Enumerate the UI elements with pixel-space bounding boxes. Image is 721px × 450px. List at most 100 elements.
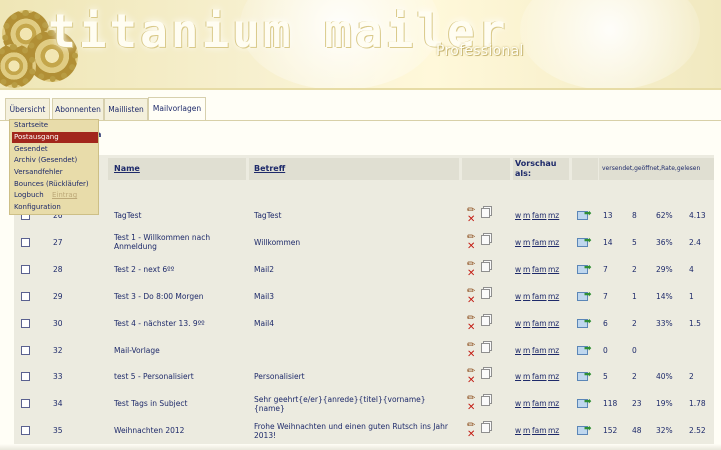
row-checkbox[interactable] — [21, 238, 30, 247]
send-mail-icon[interactable]: ➡ — [577, 371, 592, 381]
sort-by-name-link[interactable]: Name — [114, 164, 140, 173]
send-mail-icon[interactable]: ➡ — [577, 291, 592, 301]
menu-item-bounces[interactable]: Bounces (Rückläufer) — [12, 179, 98, 190]
preview-link-m[interactable]: m — [523, 292, 530, 301]
menu-item-gesendet[interactable]: Gesendet — [12, 144, 98, 155]
preview-link-mz[interactable]: mz — [548, 372, 559, 381]
preview-link-m[interactable]: m — [523, 426, 530, 435]
delete-x-icon[interactable]: ✕ — [467, 403, 475, 413]
stat-opened: 5 — [632, 238, 637, 247]
delete-x-icon[interactable]: ✕ — [467, 430, 475, 440]
stat-sent: 152 — [603, 426, 618, 435]
preview-link-fam[interactable]: fam — [532, 319, 547, 328]
preview-link-w[interactable]: w — [515, 346, 521, 355]
preview-link-w[interactable]: w — [515, 426, 521, 435]
preview-link-fam[interactable]: fam — [532, 292, 547, 301]
preview-link-w[interactable]: w — [515, 319, 521, 328]
preview-link-fam[interactable]: fam — [532, 238, 547, 247]
send-mail-icon[interactable]: ➡ — [577, 425, 592, 435]
preview-link-fam[interactable]: fam — [532, 399, 547, 408]
menu-item-archiv[interactable]: Archiv (Gesendet) — [12, 155, 98, 166]
copy-icon[interactable] — [481, 262, 490, 272]
preview-header-line2: als: — [515, 169, 532, 178]
preview-link-m[interactable]: m — [523, 372, 530, 381]
preview-link-mz[interactable]: mz — [548, 399, 559, 408]
preview-link-fam[interactable]: fam — [532, 426, 547, 435]
row-id: 28 — [53, 265, 63, 274]
delete-x-icon[interactable]: ✕ — [467, 323, 475, 333]
menu-item-versandfehler[interactable]: Versandfehler — [12, 167, 98, 178]
copy-icon[interactable] — [481, 423, 490, 433]
delete-x-icon[interactable]: ✕ — [467, 376, 475, 386]
copy-icon[interactable] — [481, 343, 490, 353]
menu-item-konfiguration[interactable]: Konfiguration — [12, 202, 98, 213]
row-checkbox[interactable] — [21, 346, 30, 355]
copy-icon[interactable] — [481, 316, 490, 326]
tab-uebersicht[interactable]: Übersicht — [5, 98, 50, 120]
send-mail-icon[interactable]: ➡ — [577, 318, 592, 328]
copy-icon[interactable] — [481, 235, 490, 245]
row-checkbox[interactable] — [21, 265, 30, 274]
preview-link-m[interactable]: m — [523, 319, 530, 328]
delete-x-icon[interactable]: ✕ — [467, 350, 475, 360]
preview-link-m[interactable]: m — [523, 211, 530, 220]
preview-link-w[interactable]: w — [515, 372, 521, 381]
send-mail-icon[interactable]: ➡ — [577, 345, 592, 355]
row-checkbox[interactable] — [21, 292, 30, 301]
preview-link-fam[interactable]: fam — [532, 346, 547, 355]
preview-link-mz[interactable]: mz — [548, 238, 559, 247]
preview-link-mz[interactable]: mz — [548, 292, 559, 301]
preview-link-w[interactable]: w — [515, 399, 521, 408]
delete-x-icon[interactable]: ✕ — [467, 269, 475, 279]
preview-link-mz[interactable]: mz — [548, 319, 559, 328]
copy-icon[interactable] — [481, 208, 490, 218]
copy-icon[interactable] — [481, 369, 490, 379]
preview-link-w[interactable]: w — [515, 265, 521, 274]
row-subject: Frohe Weihnachten und einen guten Rutsch… — [254, 422, 448, 440]
send-mail-icon[interactable]: ➡ — [577, 237, 592, 247]
gear-icon — [0, 44, 36, 88]
header-cell — [572, 158, 598, 180]
row-checkbox[interactable] — [21, 319, 30, 328]
menu-item-startseite[interactable]: Startseite — [12, 120, 98, 131]
row-checkbox[interactable] — [21, 399, 30, 408]
tab-abonnenten[interactable]: Abonnenten — [52, 98, 104, 120]
send-mail-icon[interactable]: ➡ — [577, 398, 592, 408]
tab-mailvorlagen[interactable]: Mailvorlagen — [148, 97, 206, 120]
menu-item-postausgang[interactable]: Postausgang — [12, 132, 98, 143]
main-menu-dropdown: Startseite Postausgang Gesendet Archiv (… — [9, 119, 99, 215]
row-checkbox[interactable] — [21, 426, 30, 435]
preview-link-m[interactable]: m — [523, 399, 530, 408]
preview-link-fam[interactable]: fam — [532, 372, 547, 381]
row-name: Test 4 - nächster 13. 9ºº — [114, 319, 205, 328]
footer-fade — [0, 444, 721, 450]
preview-link-mz[interactable]: mz — [548, 265, 559, 274]
preview-link-m[interactable]: m — [523, 265, 530, 274]
copy-icon[interactable] — [481, 396, 490, 406]
preview-link-fam[interactable]: fam — [532, 211, 547, 220]
preview-link-fam[interactable]: fam — [532, 265, 547, 274]
preview-link-w[interactable]: w — [515, 292, 521, 301]
row-name: Weihnachten 2012 — [114, 426, 185, 435]
stat-opened: 2 — [632, 372, 637, 381]
stat-read: 4 — [689, 265, 694, 274]
preview-link-mz[interactable]: mz — [548, 211, 559, 220]
delete-x-icon[interactable]: ✕ — [467, 242, 475, 252]
preview-link-w[interactable]: w — [515, 238, 521, 247]
preview-link-w[interactable]: w — [515, 211, 521, 220]
stat-read: 4.13 — [689, 211, 706, 220]
delete-x-icon[interactable]: ✕ — [467, 296, 475, 306]
delete-x-icon[interactable]: ✕ — [467, 215, 475, 225]
copy-icon[interactable] — [481, 289, 490, 299]
preview-link-mz[interactable]: mz — [548, 346, 559, 355]
sort-by-subject-link[interactable]: Betreff — [254, 164, 285, 173]
row-id: 35 — [53, 426, 63, 435]
preview-header-line1: Vorschau — [515, 159, 557, 168]
row-checkbox[interactable] — [21, 372, 30, 381]
tab-maillisten[interactable]: Maillisten — [104, 98, 148, 120]
send-mail-icon[interactable]: ➡ — [577, 210, 592, 220]
preview-link-mz[interactable]: mz — [548, 426, 559, 435]
send-mail-icon[interactable]: ➡ — [577, 264, 592, 274]
preview-link-m[interactable]: m — [523, 346, 530, 355]
preview-link-m[interactable]: m — [523, 238, 530, 247]
